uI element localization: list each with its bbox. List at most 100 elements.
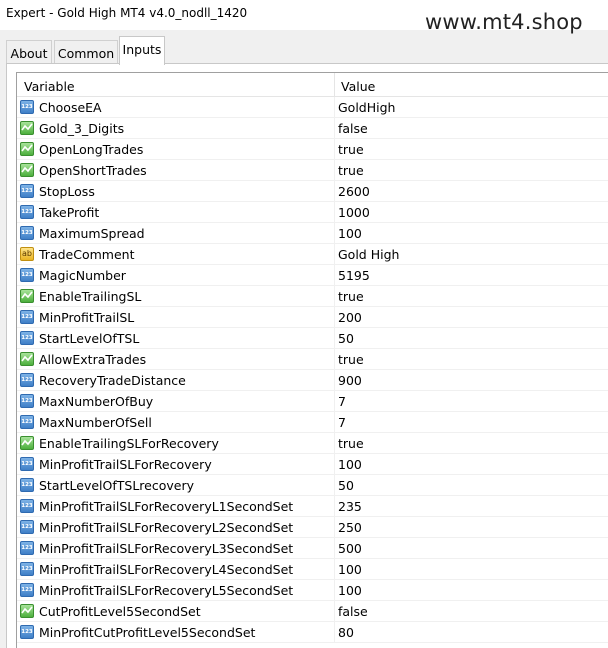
value-cell[interactable]: 250 bbox=[335, 517, 608, 538]
input-row[interactable]: MinProfitTrailSLForRecoveryL4SecondSet 10… bbox=[17, 559, 608, 580]
bool-icon bbox=[20, 436, 34, 450]
input-row[interactable]: OpenLongTrades true bbox=[17, 139, 608, 160]
grid-header: Variable Value bbox=[17, 73, 608, 97]
variable-cell: TakeProfit bbox=[17, 202, 335, 223]
variable-name: MagicNumber bbox=[39, 268, 126, 283]
value-cell[interactable]: false bbox=[335, 601, 608, 622]
value-cell[interactable]: 500 bbox=[335, 538, 608, 559]
input-row[interactable]: MaximumSpread 100 bbox=[17, 223, 608, 244]
variable-cell: MinProfitCutProfitLevel5SecondSet bbox=[17, 622, 335, 643]
number-icon bbox=[20, 394, 34, 408]
input-row[interactable]: MinProfitTrailSLForRecoveryL5SecondSet 10… bbox=[17, 580, 608, 601]
value-cell[interactable]: Gold High bbox=[335, 244, 608, 265]
variable-cell: StopLoss bbox=[17, 181, 335, 202]
value-cell[interactable]: 7 bbox=[335, 391, 608, 412]
variable-name: MinProfitTrailSLForRecoveryL3SecondSet bbox=[39, 541, 294, 556]
variable-cell: Gold_3_Digits bbox=[17, 118, 335, 139]
number-icon bbox=[20, 562, 34, 576]
tab-about[interactable]: About bbox=[6, 40, 52, 64]
variable-name: EnableTrailingSL bbox=[39, 289, 142, 304]
value-cell[interactable]: 235 bbox=[335, 496, 608, 517]
inputs-panel: Variable Value ChooseEAGoldHighGold_3_Di… bbox=[6, 63, 608, 648]
value-cell[interactable]: 200 bbox=[335, 307, 608, 328]
input-row[interactable]: MaxNumberOfBuy 7 bbox=[17, 391, 608, 412]
inputs-grid: Variable Value ChooseEAGoldHighGold_3_Di… bbox=[16, 72, 608, 648]
tab-strip: About Common Inputs bbox=[0, 36, 608, 65]
column-header-value[interactable]: Value bbox=[335, 73, 608, 97]
variable-cell: MagicNumber bbox=[17, 265, 335, 286]
variable-name: EnableTrailingSLForRecovery bbox=[39, 436, 219, 451]
input-row[interactable]: MinProfitTrailSLForRecoveryL2SecondSet 25… bbox=[17, 517, 608, 538]
value-cell[interactable]: 80 bbox=[335, 622, 608, 643]
input-row[interactable]: MaxNumberOfSell 7 bbox=[17, 412, 608, 433]
number-icon bbox=[20, 226, 34, 240]
input-row[interactable]: MinProfitCutProfitLevel5SecondSet 80 bbox=[17, 622, 608, 643]
variable-cell: MinProfitTrailSLForRecoveryL1SecondSet bbox=[17, 496, 335, 517]
input-row[interactable]: TakeProfit 1000 bbox=[17, 202, 608, 223]
variable-name: MinProfitTrailSLForRecoveryL4SecondSet bbox=[39, 562, 294, 577]
input-row[interactable]: TradeComment Gold High bbox=[17, 244, 608, 265]
input-row[interactable]: ChooseEA GoldHigh bbox=[17, 97, 608, 118]
variable-cell: ChooseEA bbox=[17, 97, 335, 118]
input-row[interactable]: OpenShortTrades true bbox=[17, 160, 608, 181]
value-cell[interactable]: true bbox=[335, 286, 608, 307]
variable-name: TradeComment bbox=[39, 247, 135, 262]
input-row[interactable]: CutProfitLevel5SecondSet false bbox=[17, 601, 608, 622]
variable-name: Gold_3_Digits bbox=[39, 121, 125, 136]
value-cell[interactable]: 5195 bbox=[335, 265, 608, 286]
variable-cell: CutProfitLevel5SecondSet bbox=[17, 601, 335, 622]
value-cell[interactable]: 7 bbox=[335, 412, 608, 433]
variable-name: MinProfitTrailSL bbox=[39, 310, 135, 325]
variable-name: MinProfitTrailSLForRecoveryL1SecondSet bbox=[39, 499, 294, 514]
input-row[interactable]: StartLevelOfTSL 50 bbox=[17, 328, 608, 349]
number-icon bbox=[20, 457, 34, 471]
value-cell[interactable]: false bbox=[335, 118, 608, 139]
input-row[interactable]: RecoveryTradeDistance 900 bbox=[17, 370, 608, 391]
input-row[interactable]: StartLevelOfTSLrecovery 50 bbox=[17, 475, 608, 496]
value-cell[interactable]: true bbox=[335, 349, 608, 370]
input-row[interactable]: MinProfitTrailSLForRecoveryL1SecondSet 23… bbox=[17, 496, 608, 517]
input-row[interactable]: StopLoss 2600 bbox=[17, 181, 608, 202]
value-cell[interactable]: 50 bbox=[335, 475, 608, 496]
input-row[interactable]: EnableTrailingSLForRecovery true bbox=[17, 433, 608, 454]
value-cell[interactable]: 100 bbox=[335, 454, 608, 475]
variable-cell: EnableTrailingSL bbox=[17, 286, 335, 307]
value-cell[interactable]: 900 bbox=[335, 370, 608, 391]
input-row[interactable]: MinProfitTrailSLForRecoveryL3SecondSet 50… bbox=[17, 538, 608, 559]
bool-icon bbox=[20, 289, 34, 303]
column-header-variable[interactable]: Variable bbox=[17, 73, 335, 97]
variable-name: StartLevelOfTSLrecovery bbox=[39, 478, 195, 493]
value-cell[interactable]: 100 bbox=[335, 580, 608, 601]
tab-common[interactable]: Common bbox=[54, 40, 118, 64]
input-row[interactable]: AllowExtraTrades true bbox=[17, 349, 608, 370]
tab-inputs[interactable]: Inputs bbox=[119, 36, 165, 65]
value-cell[interactable]: 100 bbox=[335, 559, 608, 580]
number-icon bbox=[20, 583, 34, 597]
value-cell[interactable]: 100 bbox=[335, 223, 608, 244]
input-row[interactable]: MinProfitTrailSL 200 bbox=[17, 307, 608, 328]
value-cell[interactable]: true bbox=[335, 433, 608, 454]
value-cell[interactable]: true bbox=[335, 139, 608, 160]
variable-cell: MinProfitTrailSLForRecoveryL4SecondSet bbox=[17, 559, 335, 580]
input-row[interactable]: Gold_3_Digits false bbox=[17, 118, 608, 139]
variable-cell: AllowExtraTrades bbox=[17, 349, 335, 370]
variable-name: OpenLongTrades bbox=[39, 142, 144, 157]
input-row[interactable]: MinProfitTrailSLForRecovery 100 bbox=[17, 454, 608, 475]
variable-name: MaximumSpread bbox=[39, 226, 145, 241]
input-row[interactable]: EnableTrailingSL true bbox=[17, 286, 608, 307]
variable-cell: MaxNumberOfSell bbox=[17, 412, 335, 433]
grid-rows: ChooseEAGoldHighGold_3_DigitsfalseOpenLo… bbox=[17, 97, 608, 643]
variable-name: AllowExtraTrades bbox=[39, 352, 147, 367]
bool-icon bbox=[20, 604, 34, 618]
value-cell[interactable]: 2600 bbox=[335, 181, 608, 202]
variable-cell: TradeComment bbox=[17, 244, 335, 265]
input-row[interactable]: MagicNumber 5195 bbox=[17, 265, 608, 286]
bool-icon bbox=[20, 163, 34, 177]
value-cell[interactable]: GoldHigh bbox=[335, 97, 608, 118]
value-cell[interactable]: 1000 bbox=[335, 202, 608, 223]
variable-cell: MaxNumberOfBuy bbox=[17, 391, 335, 412]
number-icon bbox=[20, 268, 34, 282]
variable-cell: MaximumSpread bbox=[17, 223, 335, 244]
value-cell[interactable]: 50 bbox=[335, 328, 608, 349]
value-cell[interactable]: true bbox=[335, 160, 608, 181]
